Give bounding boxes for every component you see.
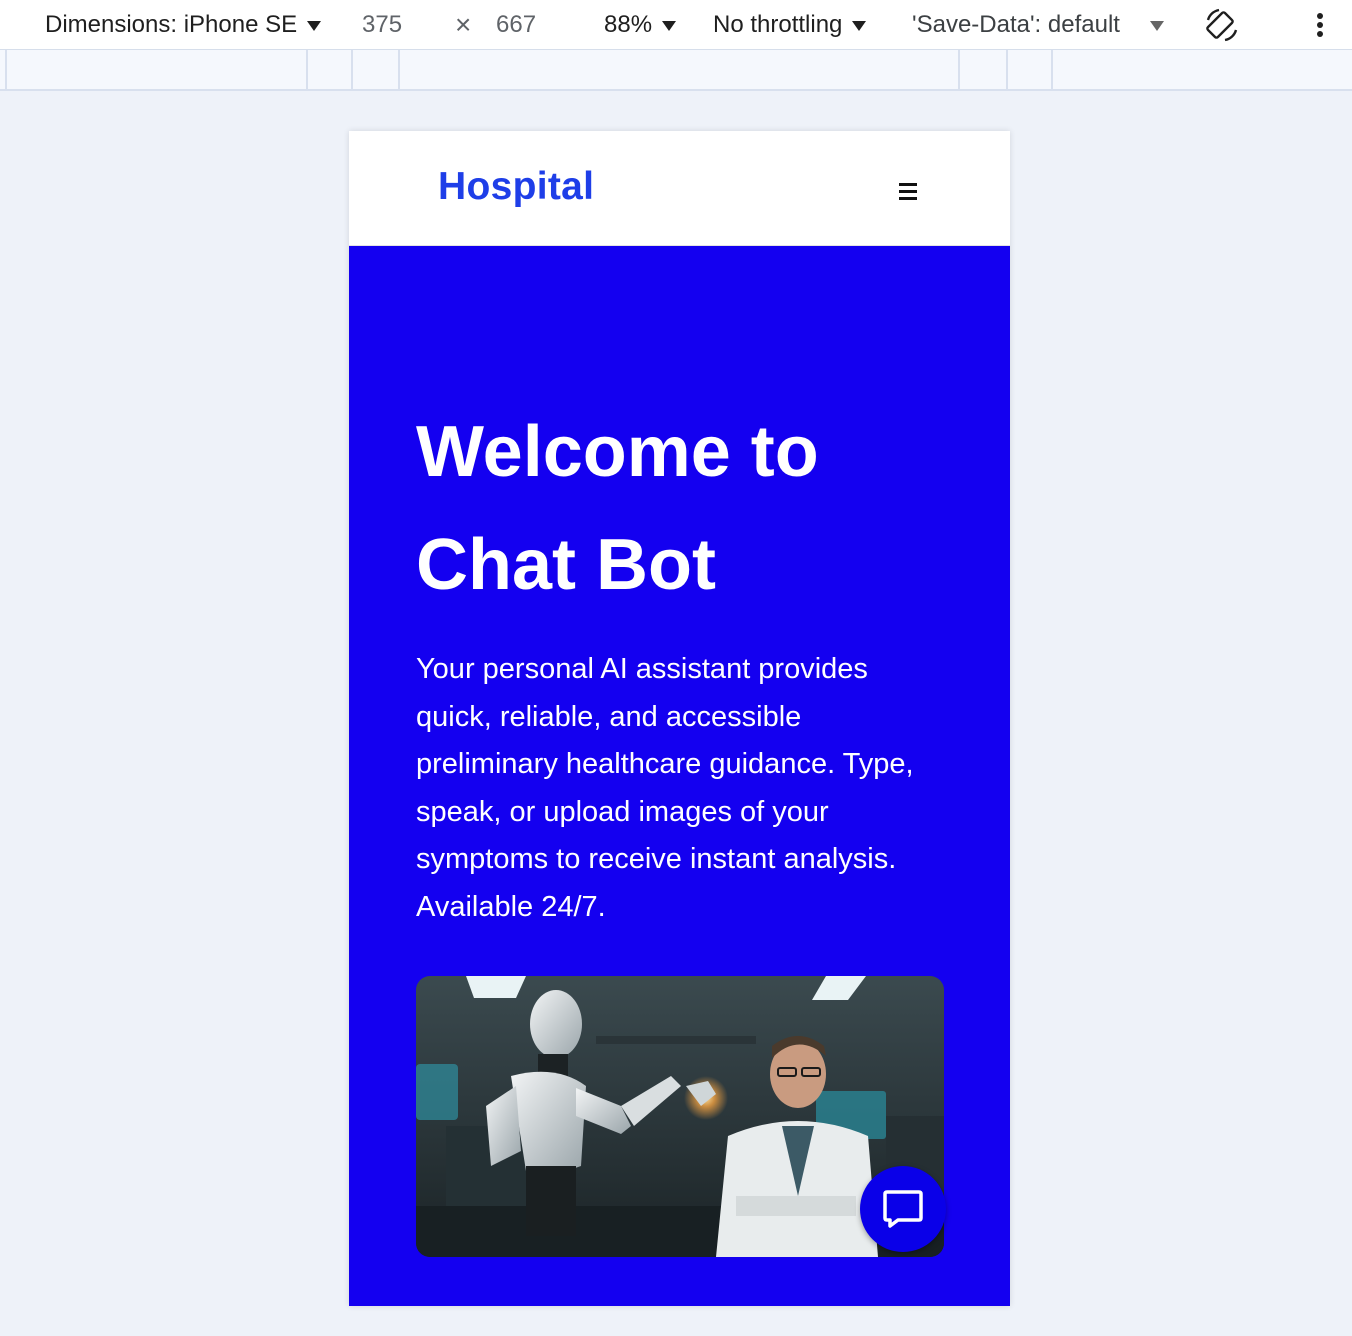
ruler-segment[interactable]	[306, 50, 308, 89]
device-viewport: Hospital Welcome to Chat Bot Your person…	[349, 131, 1010, 1306]
save-data-label: 'Save-Data': default	[912, 11, 1120, 38]
hamburger-menu-icon[interactable]	[899, 183, 919, 201]
hero-description: Your personal AI assistant provides quic…	[416, 653, 914, 923]
brand-logo[interactable]: Hospital	[438, 165, 594, 209]
width-input[interactable]: 375	[362, 10, 402, 40]
navbar: Hospital	[349, 131, 1010, 246]
hero-section: Welcome to Chat Bot Your personal AI ass…	[349, 246, 1010, 1306]
save-data-dropdown[interactable]: 'Save-Data': default	[912, 10, 1164, 40]
devtools-device-toolbar: Dimensions: iPhone SE 375 × 667 88% No t…	[0, 0, 1352, 50]
chat-bubble-icon[interactable]	[860, 1166, 946, 1252]
throttling-dropdown[interactable]: No throttling	[713, 10, 867, 40]
height-input[interactable]: 667	[496, 10, 536, 40]
hero-title: Welcome to Chat Bot	[416, 412, 819, 605]
media-query-ruler[interactable]	[0, 50, 1352, 91]
throttling-label: No throttling	[713, 11, 843, 38]
device-dropdown[interactable]: Dimensions: iPhone SE	[45, 10, 322, 40]
chevron-down-icon	[662, 20, 677, 31]
ruler-segment[interactable]	[958, 50, 960, 89]
zoom-label: 88%	[604, 11, 653, 38]
ruler-segment[interactable]	[5, 50, 7, 89]
ruler-segment[interactable]	[1006, 50, 1008, 89]
rotate-icon[interactable]	[1203, 6, 1241, 44]
chevron-down-icon	[307, 20, 322, 31]
ruler-segment[interactable]	[1051, 50, 1053, 89]
ruler-segment[interactable]	[398, 50, 400, 89]
more-options-icon[interactable]	[1312, 10, 1328, 40]
chevron-down-icon	[1149, 20, 1164, 31]
chevron-down-icon	[852, 20, 867, 31]
zoom-dropdown[interactable]: 88%	[604, 10, 677, 40]
device-label: Dimensions: iPhone SE	[45, 11, 298, 38]
close-icon: ×	[455, 9, 472, 40]
ruler-segment[interactable]	[351, 50, 353, 89]
